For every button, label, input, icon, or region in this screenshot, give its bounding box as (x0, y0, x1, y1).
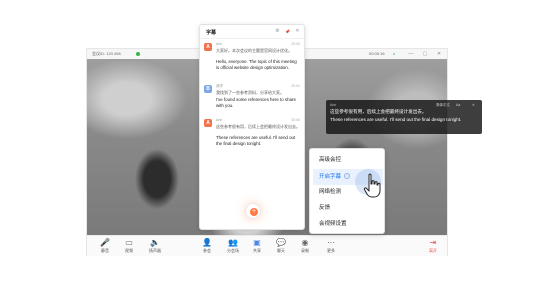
mute-button[interactable]: 🎤 静音 (93, 238, 117, 256)
add-caption-button[interactable]: + (245, 203, 261, 219)
avatar: B (204, 85, 212, 93)
meeting-toolbar: 🎤 静音 ▭ 视频 🔈 扬声器 👤 参会 👥 分会场 ▣ 共享 💬 聊天 ◉ 录… (87, 235, 447, 256)
speaker-name: Ann (330, 103, 337, 107)
subtitle-translation: These references are useful. I'll send o… (330, 117, 462, 122)
meeting-id: 会议ID: 123 456 (92, 51, 121, 56)
minimize-button[interactable]: — (407, 50, 415, 58)
speaker-button[interactable]: 🔈 扬声器 (143, 238, 167, 256)
message-original: 大家好。本次会议的主题是官网设计优化。 (216, 48, 292, 53)
secure-icon (136, 52, 140, 56)
close-icon[interactable]: ✕ (472, 103, 475, 107)
speaker-name: 我学 (216, 84, 223, 88)
menu-item-feedback[interactable]: 反馈 (313, 200, 383, 216)
leave-button[interactable]: ⇥ 离开 (421, 238, 445, 256)
message-original: 我找到了一些参考资料，分享给大家。 (216, 90, 284, 95)
signal-icon: ıl (393, 51, 395, 56)
group-icon: 👥 (228, 238, 238, 247)
hand-cursor-icon (363, 173, 381, 198)
record-icon: ◉ (301, 238, 309, 247)
subtitle-panel: 字幕 ⚙ 📌 ✕ A Ann 20:00 大家好。本次会议的主题是官网设计优化。… (199, 24, 305, 230)
message-time: 20:01 (291, 84, 300, 88)
record-button[interactable]: ◉ 录制 (293, 238, 317, 256)
pin-icon[interactable]: 📌 (284, 28, 291, 35)
camera-icon: ▭ (125, 238, 133, 247)
speaker-name: Ann (216, 42, 223, 46)
participants-button[interactable]: 👤 参会 (195, 238, 219, 256)
settings-icon[interactable]: ⚙ (274, 28, 281, 35)
more-icon: ⋯ (327, 238, 335, 247)
meeting-timer: 00:05:16 (369, 51, 385, 56)
info-icon[interactable]: i (344, 173, 351, 179)
speaker-icon: 🔈 (150, 238, 160, 247)
message-time: 20:06 (291, 118, 300, 122)
subtitle-panel-header: 字幕 ⚙ 📌 ✕ (200, 25, 304, 39)
menu-item-video-settings[interactable]: 会视频设置 (313, 216, 383, 232)
chat-icon: 💬 (276, 238, 286, 247)
message-translation: Hello, everyone. The topic of this meeti… (216, 59, 297, 70)
language-select[interactable]: 简体中文 (436, 103, 450, 108)
message-translation: I've found some references here to share… (216, 97, 296, 108)
menu-item-advanced-control[interactable]: 高级会控 (313, 152, 383, 168)
close-window-button[interactable]: ✕ (435, 50, 443, 58)
video-button[interactable]: ▭ 视频 (117, 238, 141, 256)
avatar: A (204, 43, 212, 51)
subtitle-message: A Ann 20:06 这些参考很有用，后续上会把最终设计发出去。 These … (204, 118, 302, 158)
message-translation: These references are useful. I'll send o… (216, 135, 296, 146)
speaker-name: Ann (216, 118, 223, 122)
share-screen-icon: ▣ (253, 238, 261, 247)
plus-icon: + (250, 208, 258, 216)
person-icon: 👤 (202, 238, 212, 247)
panel-title: 字幕 (206, 30, 217, 36)
microphone-icon: 🎤 (100, 238, 110, 247)
chat-button[interactable]: 💬 聊天 (269, 238, 293, 256)
font-size-button[interactable]: Aa (456, 103, 460, 107)
message-time: 20:00 (291, 42, 300, 46)
leave-icon: ⇥ (429, 238, 437, 247)
subtitle-original: 这些参考很有用，后续上会把最终设计发出去。 (330, 109, 427, 114)
share-button[interactable]: ▣ 共享 (245, 238, 269, 256)
close-panel-icon[interactable]: ✕ (294, 28, 301, 35)
breakout-button[interactable]: 👥 分会场 (221, 238, 245, 256)
avatar: A (204, 119, 212, 127)
more-button[interactable]: ⋯ 更多 (319, 238, 343, 256)
subtitle-message: B 我学 20:01 我找到了一些参考资料，分享给大家。 I've found … (204, 84, 302, 120)
message-original: 这些参考很有用，后续上会把最终设计发出去。 (216, 124, 300, 129)
floating-subtitle-bar[interactable]: Ann 简体中文 Aa ✕ 这些参考很有用，后续上会把最终设计发出去。 Thes… (326, 100, 482, 134)
maximize-button[interactable]: ▢ (421, 50, 429, 58)
subtitle-message: A Ann 20:00 大家好。本次会议的主题是官网设计优化。 Hello, e… (204, 42, 302, 82)
